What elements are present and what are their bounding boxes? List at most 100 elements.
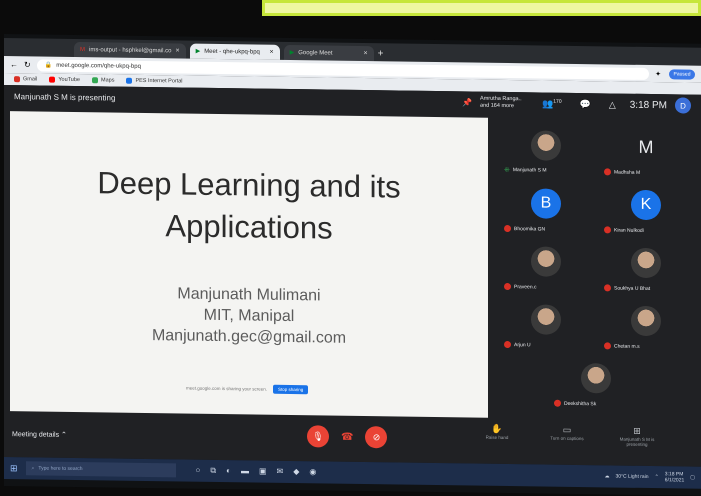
participant-tile[interactable]: Arjun U bbox=[498, 292, 594, 351]
slide-author-block: Manjunath Mulimani MIT, Manipal Manjunat… bbox=[10, 281, 488, 351]
close-icon[interactable]: × bbox=[363, 50, 367, 57]
bookmark-youtube[interactable]: YouTube bbox=[49, 76, 80, 83]
mic-off-icon bbox=[504, 282, 511, 291]
taskbar-search[interactable]: ⌕ Type here to search bbox=[25, 461, 176, 478]
participant-tile[interactable]: Soukhya U Bhat bbox=[598, 235, 694, 294]
present-button[interactable]: ⊞ Manjunath S M is presenting bbox=[614, 426, 660, 448]
portal-icon bbox=[126, 77, 133, 84]
close-icon[interactable]: × bbox=[175, 47, 179, 54]
captions-icon: ▭ bbox=[562, 424, 572, 435]
people-icon[interactable]: 👥170 bbox=[542, 98, 562, 109]
activities-icon[interactable]: △ bbox=[609, 99, 616, 110]
action-label: Turn on captions bbox=[550, 435, 584, 442]
pinned-info[interactable]: 📌 Amrutha Ranga.. and 164 more bbox=[462, 95, 524, 110]
stop-sharing-button[interactable]: Stop sharing bbox=[273, 384, 309, 395]
cortana-icon[interactable]: ○ bbox=[196, 466, 201, 476]
bookmark-label: PES Internet Portal bbox=[135, 77, 183, 85]
tab-gmail[interactable]: M ims-output - hsphkel@gmail.co × bbox=[74, 41, 186, 59]
avatar[interactable]: D bbox=[675, 97, 691, 114]
participant-tile[interactable]: B Bhoomika GN bbox=[498, 176, 594, 235]
windows-start-icon[interactable]: ⊞ bbox=[10, 463, 18, 474]
participant-tile[interactable]: M Madhsha M bbox=[598, 119, 694, 178]
chat-icon[interactable]: 💬 bbox=[580, 99, 591, 110]
mic-off-icon bbox=[554, 399, 561, 407]
participant-name: Soukhya U Bhat bbox=[614, 285, 651, 292]
participant-initial: M bbox=[638, 136, 654, 157]
participant-initial: K bbox=[631, 189, 661, 221]
presenter-text: Manjunath S M is presenting bbox=[14, 91, 116, 103]
meet-window: Manjunath S M is presenting 📌 Amrutha Ra… bbox=[4, 85, 701, 467]
back-icon[interactable]: ← bbox=[10, 60, 18, 69]
weather-text: 30°C Light rain bbox=[615, 473, 649, 481]
edge-icon[interactable]: ◐ bbox=[226, 466, 231, 476]
mic-off-icon bbox=[604, 168, 611, 176]
slide-title-line2: Applications bbox=[165, 208, 333, 246]
tray-clock[interactable]: 3:18 PM 6/1/2021 bbox=[665, 471, 684, 483]
system-tray: ☁ 30°C Light rain ⌃ 3:18 PM 6/1/2021 ▢ bbox=[604, 470, 695, 483]
action-label: Raise hand bbox=[485, 434, 509, 441]
raise-hand-button[interactable]: ✋ Raise hand bbox=[474, 424, 520, 446]
participant-tile[interactable]: K Kiran Nulkodi bbox=[598, 177, 694, 236]
task-view-icon[interactable]: ⧉ bbox=[210, 466, 216, 476]
participant-count: 170 bbox=[553, 98, 562, 105]
bookmark-maps[interactable]: Maps bbox=[92, 77, 114, 84]
reload-icon[interactable]: ↻ bbox=[24, 60, 31, 69]
participant-initial: B bbox=[531, 188, 561, 219]
tab-meet[interactable]: ▶ Meet - qhe-ukpq-bpq × bbox=[189, 43, 280, 60]
participant-name: Madhsha M bbox=[614, 169, 641, 176]
participant-photo bbox=[531, 304, 561, 335]
participant-name: Bhoomika GN bbox=[514, 225, 546, 233]
url-text: meet.google.com/qhe-ukpq-bpq bbox=[56, 62, 141, 70]
mic-off-icon bbox=[604, 284, 611, 292]
tab-google-meet[interactable]: ▶ Google Meet × bbox=[283, 44, 374, 62]
participant-tile[interactable]: Praveen.c bbox=[498, 234, 594, 293]
participant-photo bbox=[581, 363, 611, 394]
extensions-icon[interactable]: ✦ bbox=[655, 70, 661, 78]
participant-name: Chetan m.s bbox=[614, 343, 640, 350]
search-icon: ⌕ bbox=[31, 465, 35, 472]
camera-toggle-button[interactable]: ⊘ bbox=[365, 426, 388, 449]
participant-photo bbox=[531, 246, 561, 277]
screen: M ims-output - hsphkel@gmail.co × ▶ Meet… bbox=[4, 34, 701, 496]
meeting-details-label: Meeting details bbox=[12, 431, 60, 439]
participant-photo bbox=[631, 305, 661, 337]
meeting-details-button[interactable]: Meeting details ⌃ bbox=[12, 430, 67, 439]
notification-icon[interactable]: ▢ bbox=[690, 475, 695, 481]
participant-photo bbox=[531, 130, 561, 161]
captions-button[interactable]: ▭ Turn on captions bbox=[544, 425, 590, 447]
maps-icon bbox=[92, 77, 98, 84]
sharing-text: meet.google.com is sharing your screen. bbox=[186, 385, 268, 392]
participant-tile[interactable]: ⁜ Manjunath S M bbox=[498, 118, 594, 177]
mic-off-icon bbox=[504, 224, 511, 233]
close-icon[interactable]: × bbox=[269, 49, 273, 56]
highlight-box bbox=[262, 0, 701, 16]
bookmark-label: Gmail bbox=[23, 76, 38, 83]
participant-grid: ⁜ Manjunath S M M Madhsha M B Bhoomika GN… bbox=[498, 118, 694, 421]
participant-tile[interactable]: Deekshitha Sk bbox=[548, 351, 644, 410]
participant-name: Praveen.c bbox=[514, 283, 537, 290]
hang-up-button[interactable]: ☎ bbox=[341, 431, 353, 442]
profile-button[interactable]: Paused bbox=[669, 68, 695, 80]
tab-label: ims-output - hsphkel@gmail.co bbox=[89, 46, 172, 54]
new-tab-button[interactable]: + bbox=[378, 46, 384, 61]
gmail-icon: M bbox=[80, 46, 85, 53]
office-icon[interactable]: ◆ bbox=[293, 467, 299, 477]
store-icon[interactable]: ▣ bbox=[259, 467, 267, 477]
present-icon: ⊞ bbox=[633, 425, 641, 436]
mail-icon[interactable]: ✉ bbox=[277, 467, 284, 477]
tab-label: Google Meet bbox=[298, 49, 333, 57]
mic-off-icon: 🎙 bbox=[312, 430, 324, 441]
bookmark-gmail[interactable]: Gmail bbox=[14, 76, 37, 82]
bookmark-pes[interactable]: PES Internet Portal bbox=[126, 77, 183, 85]
slide-title: Deep Learning and its Applications bbox=[10, 161, 488, 252]
tab-label: Meet - qhe-ukpq-bpq bbox=[204, 48, 260, 56]
file-explorer-icon[interactable]: ▬ bbox=[241, 466, 249, 476]
participant-name: Manjunath S M bbox=[512, 167, 547, 174]
network-icon[interactable]: ⌃ bbox=[655, 474, 659, 480]
youtube-icon bbox=[49, 76, 56, 83]
speaking-icon: ⁜ bbox=[504, 166, 510, 175]
chrome-icon[interactable]: ◉ bbox=[309, 467, 316, 477]
mic-toggle-button[interactable]: 🎙 bbox=[307, 425, 329, 448]
participant-tile[interactable]: Chetan m.s bbox=[598, 293, 694, 352]
action-label: Manjunath S M is presenting bbox=[619, 436, 655, 447]
